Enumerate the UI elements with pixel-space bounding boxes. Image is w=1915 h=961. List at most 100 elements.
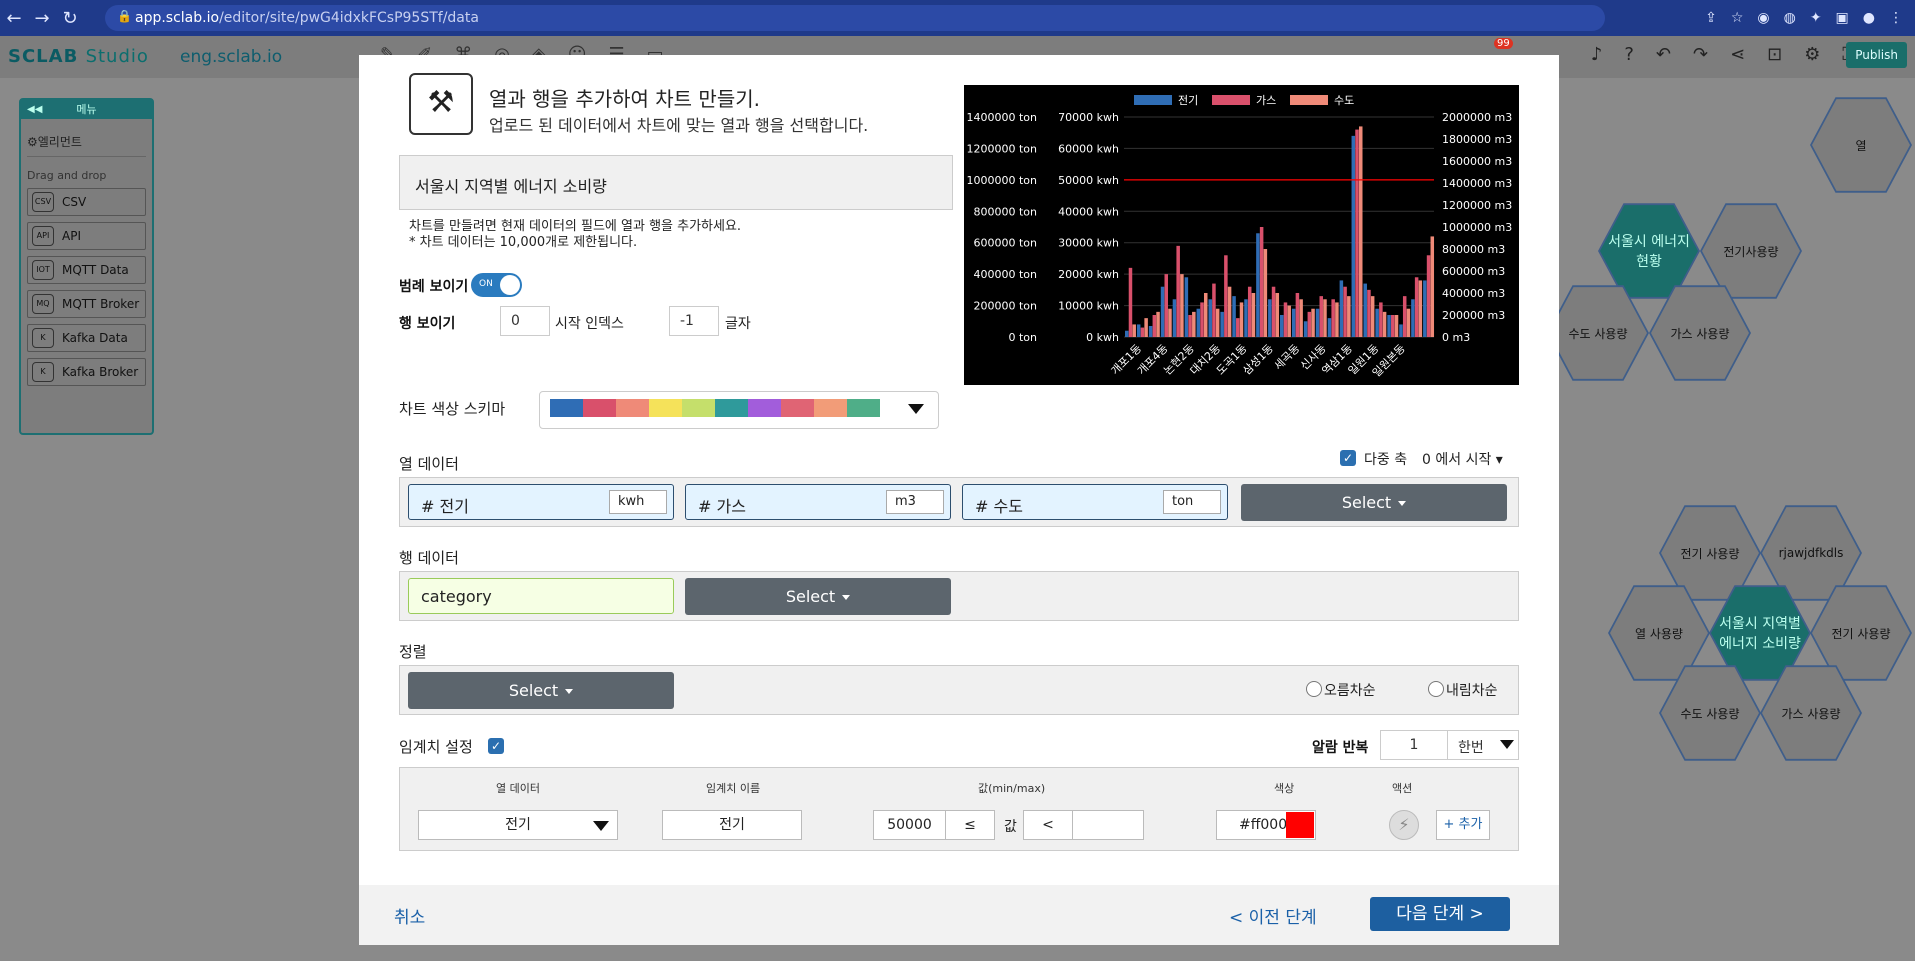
column-unit-input[interactable]: ton — [1163, 490, 1221, 514]
bar — [1140, 327, 1145, 337]
sidebar-item-api[interactable]: API API — [27, 222, 146, 250]
thr-color-input[interactable]: #ff0000 — [1216, 810, 1316, 840]
bookmark-star-icon[interactable]: ☆ — [1731, 10, 1744, 26]
thr-min-input[interactable]: 50000 — [873, 810, 946, 840]
profile-avatar[interactable]: ● — [1863, 10, 1875, 26]
y-tick-right: 1800000 m3 — [1442, 133, 1512, 146]
color-swatch[interactable] — [1286, 812, 1314, 838]
caret-down-icon — [593, 821, 609, 831]
column-unit-input[interactable]: kwh — [609, 490, 667, 514]
gear-icon[interactable]: ⚙ — [1804, 44, 1820, 65]
multi-axis-checkbox[interactable]: ✓ — [1340, 450, 1356, 466]
thr-header-action: 액션 — [1392, 782, 1413, 795]
bar — [1423, 280, 1427, 337]
canvas-hex[interactable]: 가스 사용량 — [1649, 280, 1751, 386]
bar — [1347, 296, 1351, 337]
back-icon[interactable]: ← — [0, 8, 28, 29]
row-data-box: category Select — [399, 571, 1519, 621]
next-step-button[interactable]: 다음 단계 > — [1370, 897, 1510, 931]
sidebar-icon[interactable]: ▣ — [1836, 10, 1849, 26]
column-field-water[interactable]: # 수도 ton — [962, 484, 1228, 520]
bar — [1406, 308, 1411, 337]
thr-max-input[interactable] — [1072, 810, 1144, 840]
y-tick-left2: 40000 kwh — [1058, 205, 1119, 218]
y-tick-left1: 200000 ton — [973, 300, 1037, 313]
thr-op2-select[interactable]: < — [1023, 810, 1073, 840]
menu-icon[interactable]: ⋮ — [1889, 10, 1903, 26]
bar — [1323, 299, 1327, 337]
sort-select-button[interactable]: Select — [408, 672, 674, 709]
legend-toggle[interactable]: ON — [471, 273, 522, 297]
forward-icon[interactable]: → — [28, 8, 56, 29]
lightning-icon[interactable]: ⚡ — [1389, 810, 1419, 840]
palette-select[interactable] — [539, 391, 939, 429]
canvas-hex[interactable]: 수도 사용량 — [1659, 660, 1761, 766]
bar — [1192, 311, 1196, 337]
bar — [1311, 308, 1315, 337]
thr-add-button[interactable]: + 추가 — [1436, 810, 1490, 840]
publish-button[interactable]: Publish — [1846, 42, 1907, 68]
kafka-icon: K — [32, 362, 54, 382]
sidebar-item-mqtt-data[interactable]: IOT MQTT Data — [27, 256, 146, 284]
alarm-mode-select[interactable]: 한번 — [1447, 730, 1519, 760]
prev-step-button[interactable]: < 이전 단계 — [1229, 903, 1317, 928]
sidebar-item-kafka-broker[interactable]: K Kafka Broker — [27, 358, 146, 386]
sort-asc-radio[interactable] — [1306, 681, 1322, 697]
rows-start-input[interactable]: 0 — [500, 306, 550, 336]
column-unit-input[interactable]: m3 — [886, 490, 944, 514]
share-nodes-icon[interactable]: ⋖ — [1730, 44, 1745, 65]
alarm-repeat-input[interactable]: 1 — [1380, 730, 1448, 760]
collapse-icon[interactable]: ◀◀ — [27, 100, 42, 119]
palette-swatch — [781, 399, 814, 417]
start-from-dropdown[interactable]: 0 에서 시작 ▾ — [1422, 449, 1503, 469]
canvas-hex[interactable]: 가스 사용량 — [1760, 660, 1862, 766]
row-select-button[interactable]: Select — [685, 578, 951, 615]
site-name[interactable]: eng.sclab.io — [180, 47, 282, 67]
url-bar[interactable]: 🔒 app.sclab.io/editor/site/pwG4idxkFCsP9… — [105, 5, 1605, 31]
unlock-icon[interactable]: ⊡ — [1767, 44, 1782, 65]
column-name: # 전기 — [421, 497, 469, 516]
redo-icon[interactable]: ↷ — [1693, 44, 1708, 65]
threshold-checkbox[interactable]: ✓ — [488, 738, 504, 754]
sort-desc-radio[interactable] — [1428, 681, 1444, 697]
sidebar-item-label: Kafka Data — [62, 331, 128, 345]
help-icon[interactable]: ? — [1624, 44, 1634, 65]
palette-label: 차트 색상 스키마 — [399, 400, 506, 418]
bar — [1263, 249, 1268, 337]
rows-length-input[interactable]: -1 — [669, 306, 719, 336]
column-field-gas[interactable]: # 가스 m3 — [685, 484, 951, 520]
bell-icon[interactable]: ♪ — [1591, 44, 1603, 65]
sidebar-element-tab[interactable]: ⚙ 엘리먼트 — [27, 127, 146, 157]
sort-asc-label: 오름차순 — [1324, 683, 1376, 699]
bar — [1247, 286, 1252, 337]
sidebar-item-kafka-data[interactable]: K Kafka Data — [27, 324, 146, 352]
csv-icon: CSV — [32, 192, 54, 212]
undo-icon[interactable]: ↶ — [1656, 44, 1671, 65]
bar — [1295, 293, 1300, 337]
canvas-hex[interactable]: 열 — [1810, 92, 1912, 198]
y-tick-right: 0 m3 — [1442, 331, 1470, 344]
sidebar-item-mqtt-broker[interactable]: MQ MQTT Broker — [27, 290, 146, 318]
share-icon[interactable]: ⇪ — [1705, 10, 1717, 26]
cancel-button[interactable]: 취소 — [394, 903, 425, 928]
hex-label: 수도 사용량 — [1661, 667, 1759, 759]
y-tick-right: 400000 m3 — [1442, 287, 1505, 300]
column-field-electric[interactable]: # 전기 kwh — [408, 484, 674, 520]
sidebar-item-csv[interactable]: CSV CSV — [27, 188, 146, 216]
puzzle-icon[interactable]: ✦ — [1810, 10, 1822, 26]
thr-op1-select[interactable]: ≤ — [945, 810, 995, 840]
bar — [1271, 286, 1276, 337]
y-tick-right: 800000 m3 — [1442, 243, 1505, 256]
thr-name-input[interactable]: 전기 — [662, 810, 802, 840]
thr-column-select[interactable]: 전기 — [418, 810, 618, 840]
column-select-button[interactable]: Select — [1241, 484, 1507, 521]
canvas-hex[interactable]: 수도 사용량 — [1547, 280, 1649, 386]
camera-icon[interactable]: ◉ — [1757, 10, 1769, 26]
bar — [1268, 299, 1272, 337]
row-field-category[interactable]: category — [408, 578, 674, 614]
reload-icon[interactable]: ↻ — [56, 8, 84, 29]
hex-label: 가스 사용량 — [1762, 667, 1860, 759]
legend-swatch — [1134, 95, 1172, 105]
extension-icon[interactable]: ◍ — [1784, 10, 1796, 26]
chart-builder-modal: ⚒ 열과 행을 추가하여 차트 만들기. 업로드 된 데이터에서 차트에 맞는 … — [359, 55, 1559, 945]
